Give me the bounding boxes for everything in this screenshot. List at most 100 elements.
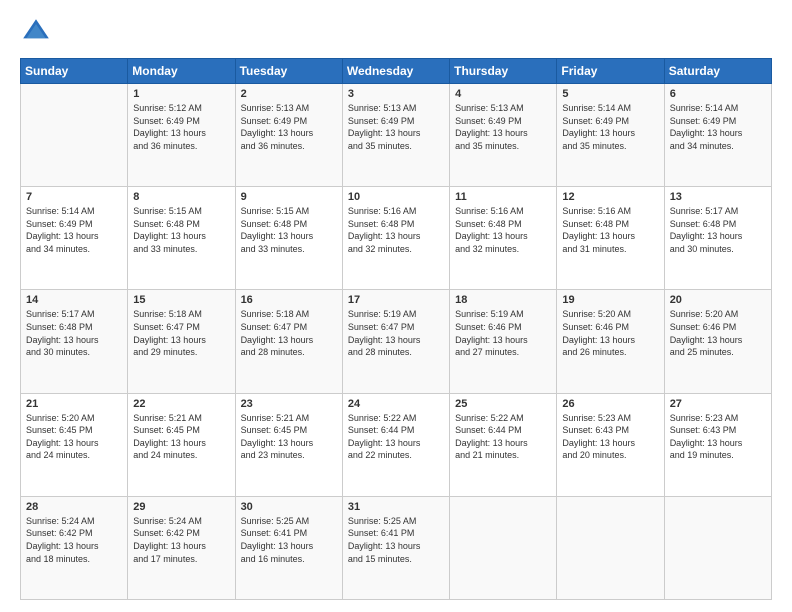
day-number: 12 <box>562 191 658 203</box>
day-cell: 15 Sunrise: 5:18 AM Sunset: 6:47 PM Dayli… <box>128 290 235 393</box>
day-info: Sunrise: 5:24 AM Sunset: 6:42 PM Dayligh… <box>133 515 229 565</box>
day-info: Sunrise: 5:16 AM Sunset: 6:48 PM Dayligh… <box>562 205 658 255</box>
day-info: Sunrise: 5:20 AM Sunset: 6:45 PM Dayligh… <box>26 412 122 462</box>
day-cell: 18 Sunrise: 5:19 AM Sunset: 6:46 PM Dayli… <box>450 290 557 393</box>
day-info: Sunrise: 5:15 AM Sunset: 6:48 PM Dayligh… <box>133 205 229 255</box>
logo-icon <box>20 16 52 48</box>
day-number: 27 <box>670 398 766 410</box>
day-number: 31 <box>348 501 444 513</box>
day-cell: 16 Sunrise: 5:18 AM Sunset: 6:47 PM Dayli… <box>235 290 342 393</box>
day-cell: 30Sunrise: 5:25 AM Sunset: 6:41 PM Dayli… <box>235 496 342 599</box>
day-number: 16 <box>241 294 337 306</box>
day-cell: 10Sunrise: 5:16 AM Sunset: 6:48 PM Dayli… <box>342 187 449 290</box>
day-number: 28 <box>26 501 122 513</box>
col-header-saturday: Saturday <box>664 59 771 84</box>
day-info: Sunrise: 5:19 AM Sunset: 6:46 PM Dayligh… <box>455 308 551 358</box>
day-info: Sunrise: 5:25 AM Sunset: 6:41 PM Dayligh… <box>348 515 444 565</box>
day-number: 25 <box>455 398 551 410</box>
day-cell: 17 Sunrise: 5:19 AM Sunset: 6:47 PM Dayli… <box>342 290 449 393</box>
day-info: Sunrise: 5:16 AM Sunset: 6:48 PM Dayligh… <box>455 205 551 255</box>
day-info: Sunrise: 5:23 AM Sunset: 6:43 PM Dayligh… <box>562 412 658 462</box>
day-info: Sunrise: 5:22 AM Sunset: 6:44 PM Dayligh… <box>348 412 444 462</box>
col-header-monday: Monday <box>128 59 235 84</box>
day-cell: 20Sunrise: 5:20 AM Sunset: 6:46 PM Dayli… <box>664 290 771 393</box>
day-info: Sunrise: 5:14 AM Sunset: 6:49 PM Dayligh… <box>26 205 122 255</box>
day-cell: 3 Sunrise: 5:13 AM Sunset: 6:49 PM Daylig… <box>342 84 449 187</box>
day-number: 1 <box>133 88 229 100</box>
day-info: Sunrise: 5:20 AM Sunset: 6:46 PM Dayligh… <box>670 308 766 358</box>
day-number: 4 <box>455 88 551 100</box>
day-info: Sunrise: 5:21 AM Sunset: 6:45 PM Dayligh… <box>241 412 337 462</box>
week-row-5: 28 Sunrise: 5:24 AM Sunset: 6:42 PM Dayli… <box>21 496 772 599</box>
day-number: 17 <box>348 294 444 306</box>
logo <box>20 16 56 48</box>
day-info: Sunrise: 5:21 AM Sunset: 6:45 PM Dayligh… <box>133 412 229 462</box>
day-cell: 9 Sunrise: 5:15 AM Sunset: 6:48 PM Daylig… <box>235 187 342 290</box>
day-number: 9 <box>241 191 337 203</box>
day-number: 7 <box>26 191 122 203</box>
day-number: 30 <box>241 501 337 513</box>
day-number: 15 <box>133 294 229 306</box>
col-header-thursday: Thursday <box>450 59 557 84</box>
day-cell: 7 Sunrise: 5:14 AM Sunset: 6:49 PM Daylig… <box>21 187 128 290</box>
day-info: Sunrise: 5:15 AM Sunset: 6:48 PM Dayligh… <box>241 205 337 255</box>
day-info: Sunrise: 5:18 AM Sunset: 6:47 PM Dayligh… <box>133 308 229 358</box>
header <box>20 16 772 48</box>
day-number: 22 <box>133 398 229 410</box>
day-cell: 25 Sunrise: 5:22 AM Sunset: 6:44 PM Dayli… <box>450 393 557 496</box>
day-number: 23 <box>241 398 337 410</box>
day-cell: 6 Sunrise: 5:14 AM Sunset: 6:49 PM Daylig… <box>664 84 771 187</box>
calendar-table: SundayMondayTuesdayWednesdayThursdayFrid… <box>20 58 772 600</box>
day-number: 21 <box>26 398 122 410</box>
day-cell <box>21 84 128 187</box>
day-cell <box>557 496 664 599</box>
day-number: 3 <box>348 88 444 100</box>
day-cell: 14Sunrise: 5:17 AM Sunset: 6:48 PM Dayli… <box>21 290 128 393</box>
day-cell: 1 Sunrise: 5:12 AM Sunset: 6:49 PM Daylig… <box>128 84 235 187</box>
day-cell: 28 Sunrise: 5:24 AM Sunset: 6:42 PM Dayli… <box>21 496 128 599</box>
day-number: 2 <box>241 88 337 100</box>
week-row-3: 14Sunrise: 5:17 AM Sunset: 6:48 PM Dayli… <box>21 290 772 393</box>
day-number: 8 <box>133 191 229 203</box>
day-info: Sunrise: 5:14 AM Sunset: 6:49 PM Dayligh… <box>562 102 658 152</box>
day-cell: 2 Sunrise: 5:13 AM Sunset: 6:49 PM Daylig… <box>235 84 342 187</box>
day-cell: 19Sunrise: 5:20 AM Sunset: 6:46 PM Dayli… <box>557 290 664 393</box>
day-number: 29 <box>133 501 229 513</box>
page: SundayMondayTuesdayWednesdayThursdayFrid… <box>0 0 792 612</box>
day-number: 5 <box>562 88 658 100</box>
day-info: Sunrise: 5:19 AM Sunset: 6:47 PM Dayligh… <box>348 308 444 358</box>
day-cell: 29 Sunrise: 5:24 AM Sunset: 6:42 PM Dayli… <box>128 496 235 599</box>
day-info: Sunrise: 5:14 AM Sunset: 6:49 PM Dayligh… <box>670 102 766 152</box>
day-info: Sunrise: 5:18 AM Sunset: 6:47 PM Dayligh… <box>241 308 337 358</box>
col-header-sunday: Sunday <box>21 59 128 84</box>
day-cell: 26 Sunrise: 5:23 AM Sunset: 6:43 PM Dayli… <box>557 393 664 496</box>
day-info: Sunrise: 5:13 AM Sunset: 6:49 PM Dayligh… <box>241 102 337 152</box>
col-header-wednesday: Wednesday <box>342 59 449 84</box>
week-row-1: 1 Sunrise: 5:12 AM Sunset: 6:49 PM Daylig… <box>21 84 772 187</box>
day-info: Sunrise: 5:16 AM Sunset: 6:48 PM Dayligh… <box>348 205 444 255</box>
day-cell: 4 Sunrise: 5:13 AM Sunset: 6:49 PM Daylig… <box>450 84 557 187</box>
day-info: Sunrise: 5:22 AM Sunset: 6:44 PM Dayligh… <box>455 412 551 462</box>
calendar-header-row: SundayMondayTuesdayWednesdayThursdayFrid… <box>21 59 772 84</box>
day-cell: 11Sunrise: 5:16 AM Sunset: 6:48 PM Dayli… <box>450 187 557 290</box>
day-info: Sunrise: 5:17 AM Sunset: 6:48 PM Dayligh… <box>26 308 122 358</box>
day-cell <box>664 496 771 599</box>
day-cell: 24Sunrise: 5:22 AM Sunset: 6:44 PM Dayli… <box>342 393 449 496</box>
day-info: Sunrise: 5:20 AM Sunset: 6:46 PM Dayligh… <box>562 308 658 358</box>
day-info: Sunrise: 5:23 AM Sunset: 6:43 PM Dayligh… <box>670 412 766 462</box>
day-info: Sunrise: 5:13 AM Sunset: 6:49 PM Dayligh… <box>348 102 444 152</box>
day-info: Sunrise: 5:24 AM Sunset: 6:42 PM Dayligh… <box>26 515 122 565</box>
day-number: 26 <box>562 398 658 410</box>
day-info: Sunrise: 5:12 AM Sunset: 6:49 PM Dayligh… <box>133 102 229 152</box>
col-header-friday: Friday <box>557 59 664 84</box>
day-number: 13 <box>670 191 766 203</box>
day-info: Sunrise: 5:13 AM Sunset: 6:49 PM Dayligh… <box>455 102 551 152</box>
day-info: Sunrise: 5:17 AM Sunset: 6:48 PM Dayligh… <box>670 205 766 255</box>
day-number: 18 <box>455 294 551 306</box>
day-cell: 23 Sunrise: 5:21 AM Sunset: 6:45 PM Dayli… <box>235 393 342 496</box>
week-row-4: 21 Sunrise: 5:20 AM Sunset: 6:45 PM Dayli… <box>21 393 772 496</box>
col-header-tuesday: Tuesday <box>235 59 342 84</box>
day-number: 6 <box>670 88 766 100</box>
week-row-2: 7 Sunrise: 5:14 AM Sunset: 6:49 PM Daylig… <box>21 187 772 290</box>
day-cell: 13 Sunrise: 5:17 AM Sunset: 6:48 PM Dayli… <box>664 187 771 290</box>
